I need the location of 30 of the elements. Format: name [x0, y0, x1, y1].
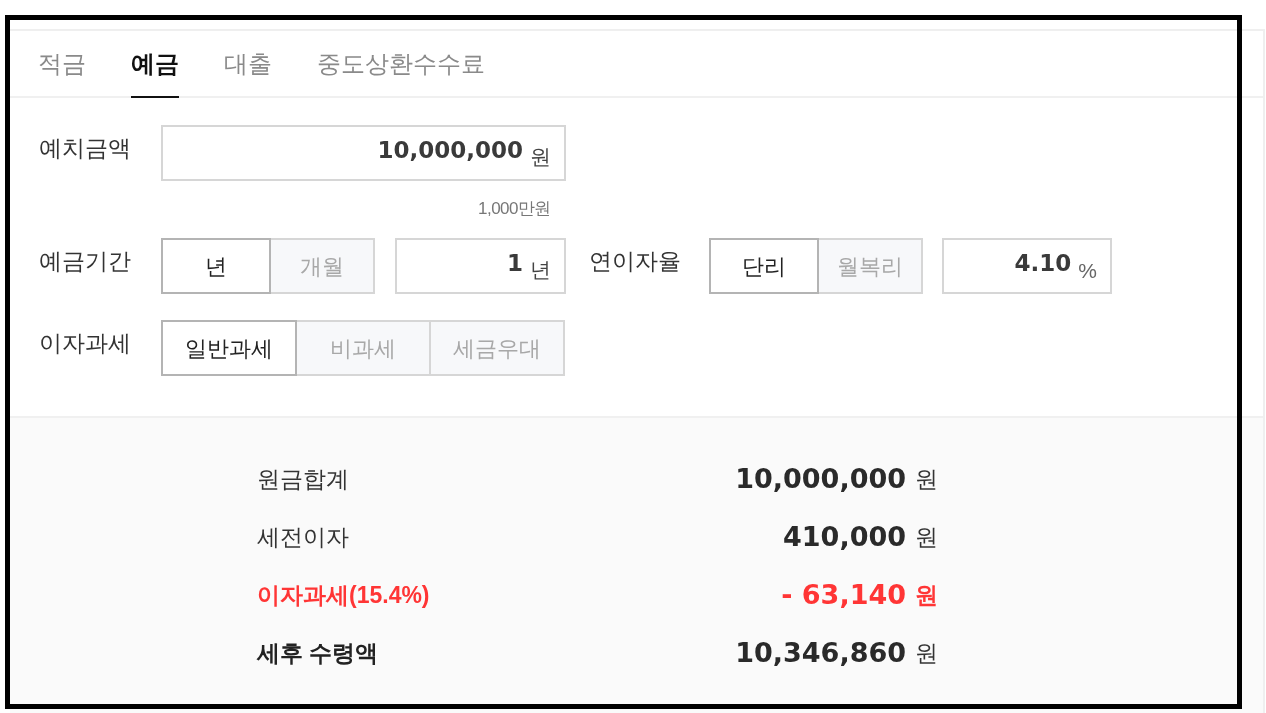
field-value: 10,000,000 [377, 136, 523, 165]
field-label: 예금기간 [39, 247, 132, 276]
unit-label: % [1078, 259, 1097, 283]
field-label: 이자과세 [39, 329, 132, 358]
unit-label: 원 [530, 144, 551, 170]
field-label: 예치금액 [39, 134, 132, 163]
segment-button[interactable]: 일반과세 [161, 320, 297, 376]
result-value: 10,000,000 [735, 461, 906, 496]
segment-button[interactable]: 년 [161, 238, 271, 294]
amount-in-words: 1,000만원 [477, 198, 551, 220]
unit-label: 원 [915, 464, 938, 494]
result-label: 세전이자 [257, 522, 350, 552]
result-label: 원금합계 [257, 464, 350, 494]
tab[interactable]: 예금 [131, 49, 179, 98]
rate-field[interactable]: 4.10 % [942, 238, 1112, 294]
amount-field[interactable]: 10,000,000 원 [161, 125, 566, 181]
segment-button[interactable]: 단리 [709, 238, 819, 294]
unit-label: 원 [915, 522, 938, 552]
field-value: 4.10 [1014, 249, 1072, 278]
result-value: 10,346,860 [735, 635, 906, 670]
field-label: 연이자율 [589, 247, 682, 276]
unit-label: 원 [915, 580, 938, 610]
period-field[interactable]: 1 년 [395, 238, 566, 294]
field-value: 1 [507, 249, 523, 278]
result-label: 이자과세(15.4%) [257, 580, 431, 610]
unit-label: 년 [530, 257, 551, 283]
result-value: - 63,140 [781, 577, 906, 612]
result-value: 410,000 [783, 519, 906, 554]
result-label: 세후 수령액 [257, 638, 380, 668]
unit-label: 원 [915, 638, 938, 668]
